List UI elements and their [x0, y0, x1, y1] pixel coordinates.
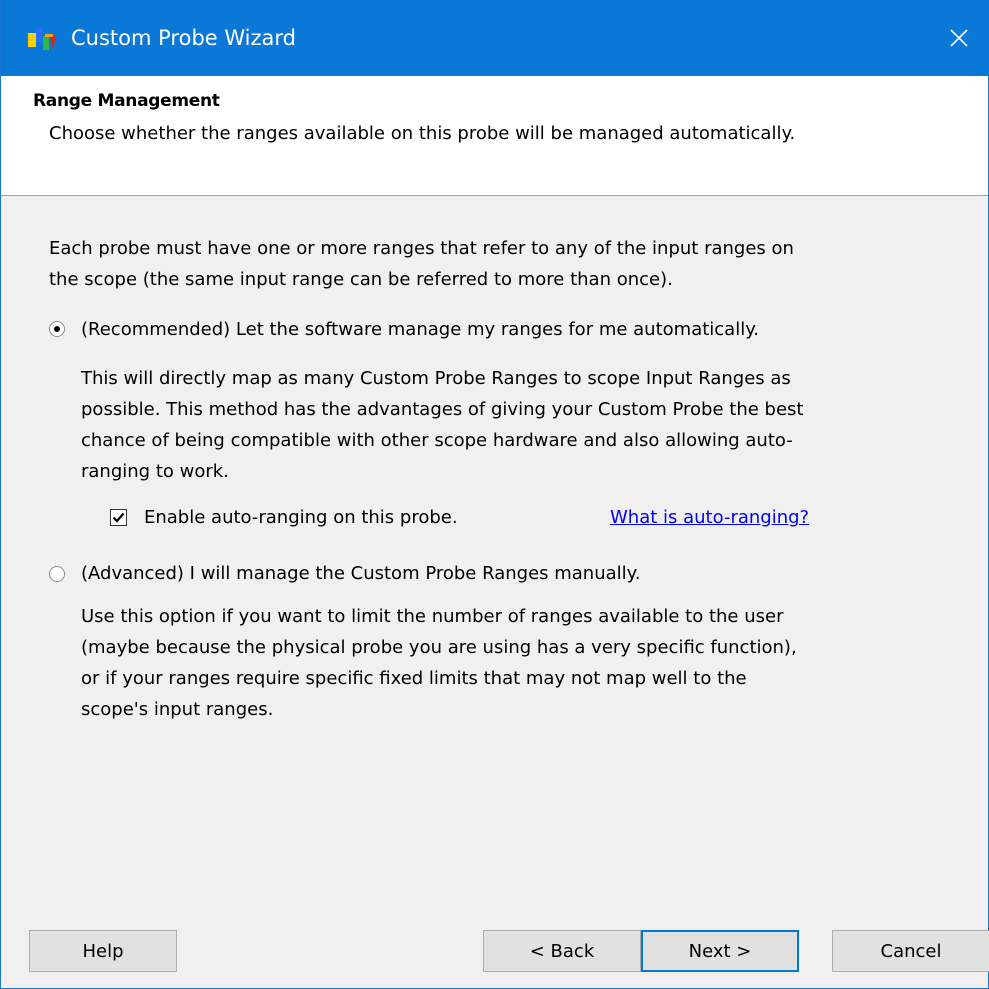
close-icon — [950, 29, 968, 47]
title-bar[interactable]: Custom Probe Wizard — [1, 0, 989, 76]
back-button[interactable]: < Back — [483, 930, 641, 972]
radio-selected-dot — [54, 326, 60, 332]
checkmark-icon — [112, 512, 125, 523]
page-title: Range Management — [33, 91, 220, 111]
recommended-desc-line-4: ranging to work. — [81, 461, 229, 482]
window-title: Custom Probe Wizard — [71, 26, 296, 50]
page-description: Choose whether the ranges available on t… — [49, 123, 796, 144]
wizard-window: Custom Probe Wizard Range Management Cho… — [0, 0, 989, 989]
what-is-auto-ranging-link[interactable]: What is auto-ranging? — [610, 502, 809, 533]
recommended-desc-line-2: possible. This method has the advantages… — [81, 399, 804, 420]
radio-recommended-label[interactable]: (Recommended) Let the software manage my… — [81, 314, 759, 345]
radio-recommended[interactable] — [49, 321, 65, 337]
advanced-desc-line-1: Use this option if you want to limit the… — [81, 606, 784, 627]
recommended-desc-line-1: This will directly map as many Custom Pr… — [81, 368, 791, 389]
recommended-desc-line-3: chance of being compatible with other sc… — [81, 430, 793, 451]
cancel-button[interactable]: Cancel — [832, 930, 989, 972]
advanced-desc-line-3: or if your ranges require specific fixed… — [81, 668, 747, 689]
radio-advanced-label[interactable]: (Advanced) I will manage the Custom Prob… — [81, 558, 640, 589]
intro-text-line-2: the scope (the same input range can be r… — [49, 269, 673, 290]
auto-ranging-label[interactable]: Enable auto-ranging on this probe. — [144, 502, 458, 533]
radio-advanced[interactable] — [49, 566, 65, 582]
auto-ranging-checkbox[interactable] — [110, 509, 127, 526]
intro-text-line-1: Each probe must have one or more ranges … — [49, 238, 794, 259]
advanced-desc-line-2: (maybe because the physical probe you ar… — [81, 637, 797, 658]
advanced-desc-line-4: scope's input ranges. — [81, 699, 274, 720]
probe-wizard-app-icon — [28, 28, 56, 50]
close-button[interactable] — [928, 0, 989, 76]
wizard-header: Range Management Choose whether the rang… — [1, 76, 988, 196]
next-button[interactable]: Next > — [641, 930, 799, 972]
help-button[interactable]: Help — [29, 930, 177, 972]
